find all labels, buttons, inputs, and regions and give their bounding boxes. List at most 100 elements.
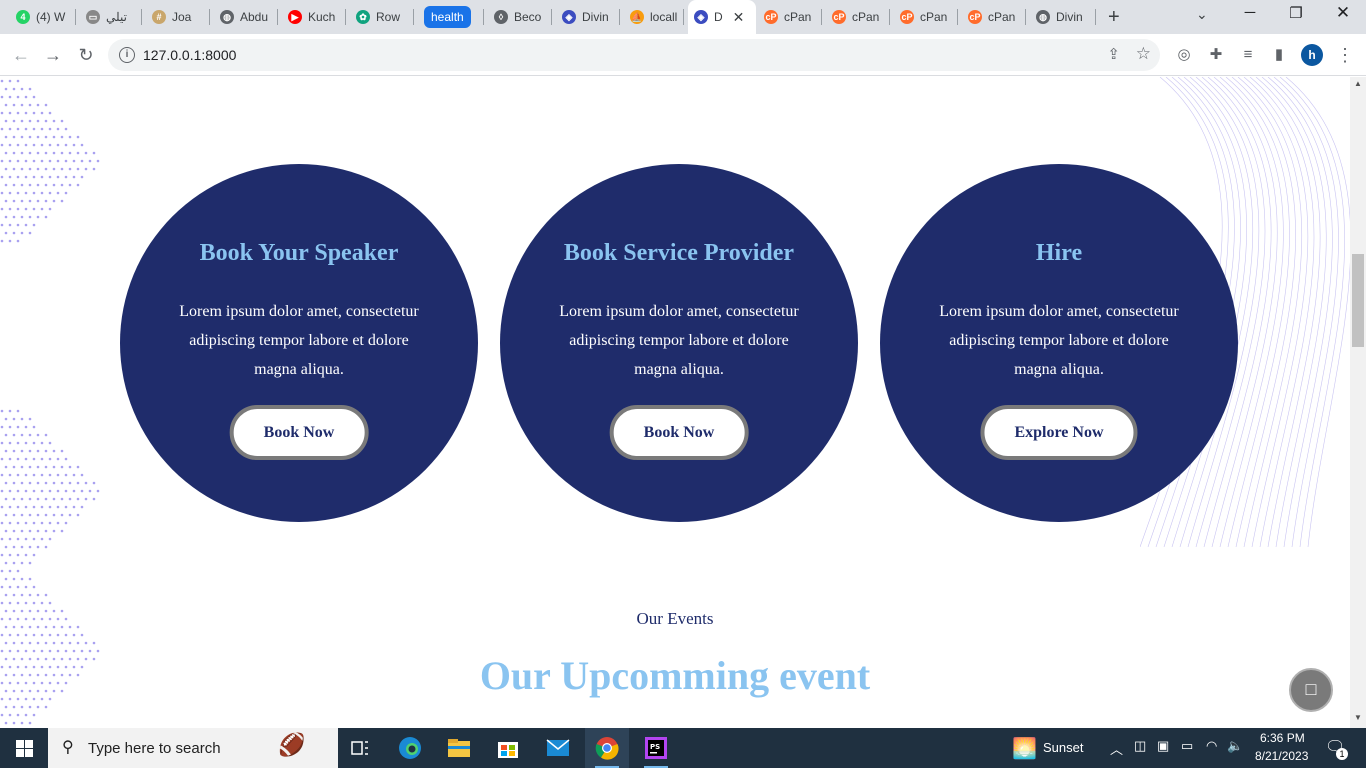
media-queue-icon[interactable]: ≡ [1236, 43, 1260, 67]
browser-tab[interactable]: cP cPan [758, 6, 822, 28]
browser-tab[interactable]: ▭ تيلي [80, 6, 142, 28]
wifi-icon[interactable]: ◠ [1206, 738, 1217, 754]
scroll-up-arrow-icon[interactable]: ▲ [1354, 79, 1362, 88]
minimize-window-button[interactable]: ─ [1240, 4, 1260, 21]
tab-separator [345, 9, 346, 25]
service-title: Book Your Speaker [199, 240, 399, 266]
windows-taskbar: ⚲ Type here to search 🏈 PS 🌅 Sunset ︿ ◫ … [0, 728, 1366, 768]
tab-separator [75, 9, 76, 25]
address-bar[interactable]: i 127.0.0.1:8000 ⇪ ☆ [108, 39, 1160, 71]
volume-icon[interactable]: 🔈 [1227, 738, 1243, 754]
show-hidden-icons-chevron-icon[interactable]: ︿ [1110, 739, 1123, 758]
explore-now-button[interactable]: Explore Now [980, 405, 1138, 460]
video-site-icon: ▭ [86, 10, 100, 24]
events-title: Our Upcomming event [479, 653, 871, 698]
browser-menu-icon[interactable]: ⋮ [1336, 43, 1354, 67]
clock-time[interactable]: 6:36 PM [1260, 731, 1305, 745]
divine-site-icon: ◈ [562, 10, 576, 24]
tab-separator [619, 9, 620, 25]
scroll-to-top-button[interactable]: □ [1289, 668, 1333, 712]
profile-avatar[interactable]: h [1301, 44, 1323, 66]
globe-icon: ◍ [220, 10, 234, 24]
reload-button[interactable]: ↻ [74, 43, 98, 67]
clock-date[interactable]: 8/21/2023 [1255, 749, 1308, 763]
side-panel-icon[interactable]: ▮ [1267, 43, 1291, 67]
browser-tab[interactable]: # Joa [146, 6, 210, 28]
tab-title: cPan [852, 10, 880, 24]
close-window-button[interactable]: ✕ [1333, 3, 1353, 23]
browser-tab-strip: + ⌄ ─ ❐ ✕ 4 (4) W ▭ تيلي # Joa ◍ Abdu ▶ Kuch ✿ Row h… [0, 0, 1366, 34]
tab-separator [551, 9, 552, 25]
browser-tab[interactable]: cP cPan [894, 6, 958, 28]
browser-tab[interactable]: ⛵ locall [624, 6, 684, 28]
new-tab-button[interactable]: + [1108, 7, 1120, 27]
file-explorer-icon[interactable] [437, 728, 481, 768]
book-now-button[interactable]: Book Now [609, 405, 749, 460]
weather-label[interactable]: Sunset [1043, 740, 1083, 755]
tab-separator [277, 9, 278, 25]
browser-tab[interactable]: ◈ Divin [556, 6, 620, 28]
scrollbar-thumb[interactable] [1352, 254, 1364, 347]
display-icon[interactable]: ▣ [1157, 738, 1169, 754]
tab-group-label[interactable]: health [424, 6, 471, 28]
browser-tab[interactable]: ▶ Kuch [282, 6, 346, 28]
youtube-icon: ▶ [288, 10, 302, 24]
address-url[interactable]: 127.0.0.1:8000 [143, 47, 236, 63]
service-description: Lorem ipsum dolor amet, consectetur adip… [559, 303, 799, 378]
share-icon[interactable]: ⇪ [1107, 45, 1120, 63]
bookmark-star-icon[interactable]: ☆ [1136, 44, 1151, 64]
chatgpt-icon: ✿ [356, 10, 370, 24]
tab-separator [209, 9, 210, 25]
service-card-speaker: Book Your Speaker Lorem ipsum dolor amet… [120, 164, 478, 522]
forward-button[interactable]: → [41, 43, 65, 67]
tab-search-chevron-icon[interactable]: ⌄ [1196, 6, 1208, 23]
browser-tab[interactable]: ✿ Row [350, 6, 414, 28]
phpstorm-icon[interactable]: PS [634, 728, 678, 768]
browser-tab[interactable]: health [418, 6, 484, 28]
service-description: Lorem ipsum dolor amet, consectetur adip… [939, 303, 1179, 378]
tab-title: Kuch [308, 10, 336, 24]
dot-pattern-decoration [0, 79, 100, 243]
service-card-hire: Hire Lorem ipsum dolor amet, consectetur… [880, 164, 1238, 522]
tab-title: D [714, 10, 723, 24]
browser-tab[interactable]: ◊ Beco [488, 6, 552, 28]
microsoft-store-icon[interactable] [486, 728, 530, 768]
browser-tab[interactable]: cP cPan [826, 6, 890, 28]
tab-title: locall [650, 10, 678, 24]
tab-title: Divin [582, 10, 609, 24]
meet-now-icon[interactable]: ◫ [1134, 738, 1146, 754]
tab-separator [1095, 9, 1096, 25]
weather-sunset-icon[interactable]: 🌅 [1012, 736, 1037, 761]
back-button[interactable]: ← [9, 43, 33, 67]
cpanel-icon: cP [900, 10, 914, 24]
browser-tab[interactable]: ◍ Abdu [214, 6, 278, 28]
cpanel-icon: cP [968, 10, 982, 24]
extension-icon[interactable]: ◎ [1172, 43, 1196, 67]
browser-tab[interactable]: ◍ Divin [1030, 6, 1096, 28]
close-tab-icon[interactable]: ✕ [733, 9, 745, 26]
site-info-icon[interactable]: i [119, 47, 135, 63]
mail-icon[interactable] [536, 728, 580, 768]
restore-window-button[interactable]: ❐ [1286, 4, 1306, 22]
page-scrollbar[interactable]: ▲ ▼ [1350, 77, 1366, 728]
taskbar-search-placeholder: Type here to search [88, 740, 221, 757]
puzzle-extensions-icon[interactable]: ✚ [1204, 43, 1228, 67]
browser-tab[interactable]: ◈ D ✕ [688, 0, 756, 34]
browser-toolbar: ← → ↻ i 127.0.0.1:8000 ⇪ ☆ ◎ ✚ ≡ ▮ h ⋮ [0, 34, 1366, 76]
tab-title: Beco [514, 10, 542, 24]
globe-icon: ◍ [1036, 10, 1050, 24]
book-now-button[interactable]: Book Now [229, 405, 369, 460]
windows-logo-icon [15, 739, 33, 757]
start-button[interactable] [0, 728, 48, 768]
taskbar-search[interactable]: ⚲ Type here to search 🏈 [48, 728, 338, 768]
battery-icon[interactable]: ▭ [1181, 738, 1193, 754]
tab-title: cPan [784, 10, 812, 24]
browser-tab[interactable]: cP cPan [962, 6, 1026, 28]
edge-browser-icon[interactable] [388, 728, 432, 768]
chrome-browser-icon[interactable] [585, 728, 629, 768]
task-view-icon[interactable] [338, 728, 382, 768]
tab-title: cPan [988, 10, 1016, 24]
scroll-down-arrow-icon[interactable]: ▼ [1354, 713, 1362, 722]
browser-tab[interactable]: 4 (4) W [10, 6, 76, 28]
search-icon: ⚲ [62, 739, 74, 756]
